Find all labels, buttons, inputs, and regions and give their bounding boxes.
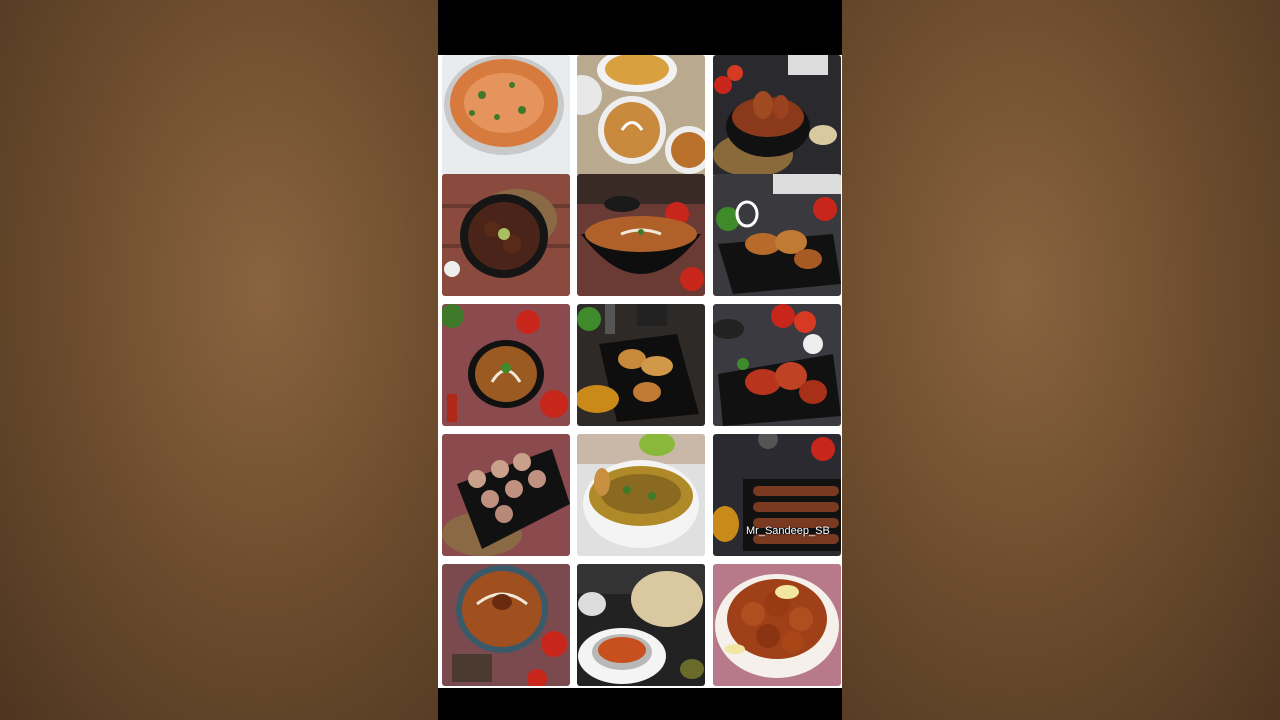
dish-tile-butter-curry — [442, 564, 570, 686]
chicken-pakora-icon — [713, 564, 841, 686]
chicken-bowl-icon — [713, 55, 841, 177]
thali-icon — [577, 564, 705, 686]
fried-chicken-tray-icon — [713, 174, 841, 296]
dish-tile-tandoori-chicken — [713, 304, 841, 426]
malai-tikka-icon — [442, 434, 570, 556]
keema-curry-icon — [577, 434, 705, 556]
dal-makhani-icon — [442, 304, 570, 426]
dish-tile-dal-makhani — [442, 304, 570, 426]
channel-watermark: Mr_Sandeep_SB — [746, 525, 830, 537]
shorts-video-frame[interactable]: Mr_Sandeep_SB — [438, 0, 842, 720]
seekh-kebab-icon — [713, 434, 841, 556]
food-collage-grid: Mr_Sandeep_SB — [438, 55, 842, 688]
curry-bowl-icon — [442, 55, 570, 177]
dish-tile-fried-chicken-tray — [713, 174, 841, 296]
dish-tile-roast-chicken — [577, 304, 705, 426]
dish-tile-dal-plate — [577, 55, 705, 177]
blurred-background-right — [842, 0, 1280, 720]
dish-tile-seekh-kebab — [713, 434, 841, 556]
dish-tile-dry-chicken-bowl — [442, 174, 570, 296]
dish-tile-malai-tikka — [442, 434, 570, 556]
dish-tile-thali — [577, 564, 705, 686]
tandoori-chicken-icon — [713, 304, 841, 426]
blurred-background-left — [0, 0, 438, 720]
dish-tile-curry-bowl — [442, 55, 570, 177]
dish-tile-keema-curry — [577, 434, 705, 556]
dry-chicken-bowl-icon — [442, 174, 570, 296]
dish-tile-chicken-pakora — [713, 564, 841, 686]
dal-plate-icon — [577, 55, 705, 177]
roast-chicken-icon — [577, 304, 705, 426]
dish-tile-chicken-bowl — [713, 55, 841, 177]
butter-curry-icon — [442, 564, 570, 686]
dish-tile-gravy-bowl — [577, 174, 705, 296]
gravy-bowl-icon — [577, 174, 705, 296]
